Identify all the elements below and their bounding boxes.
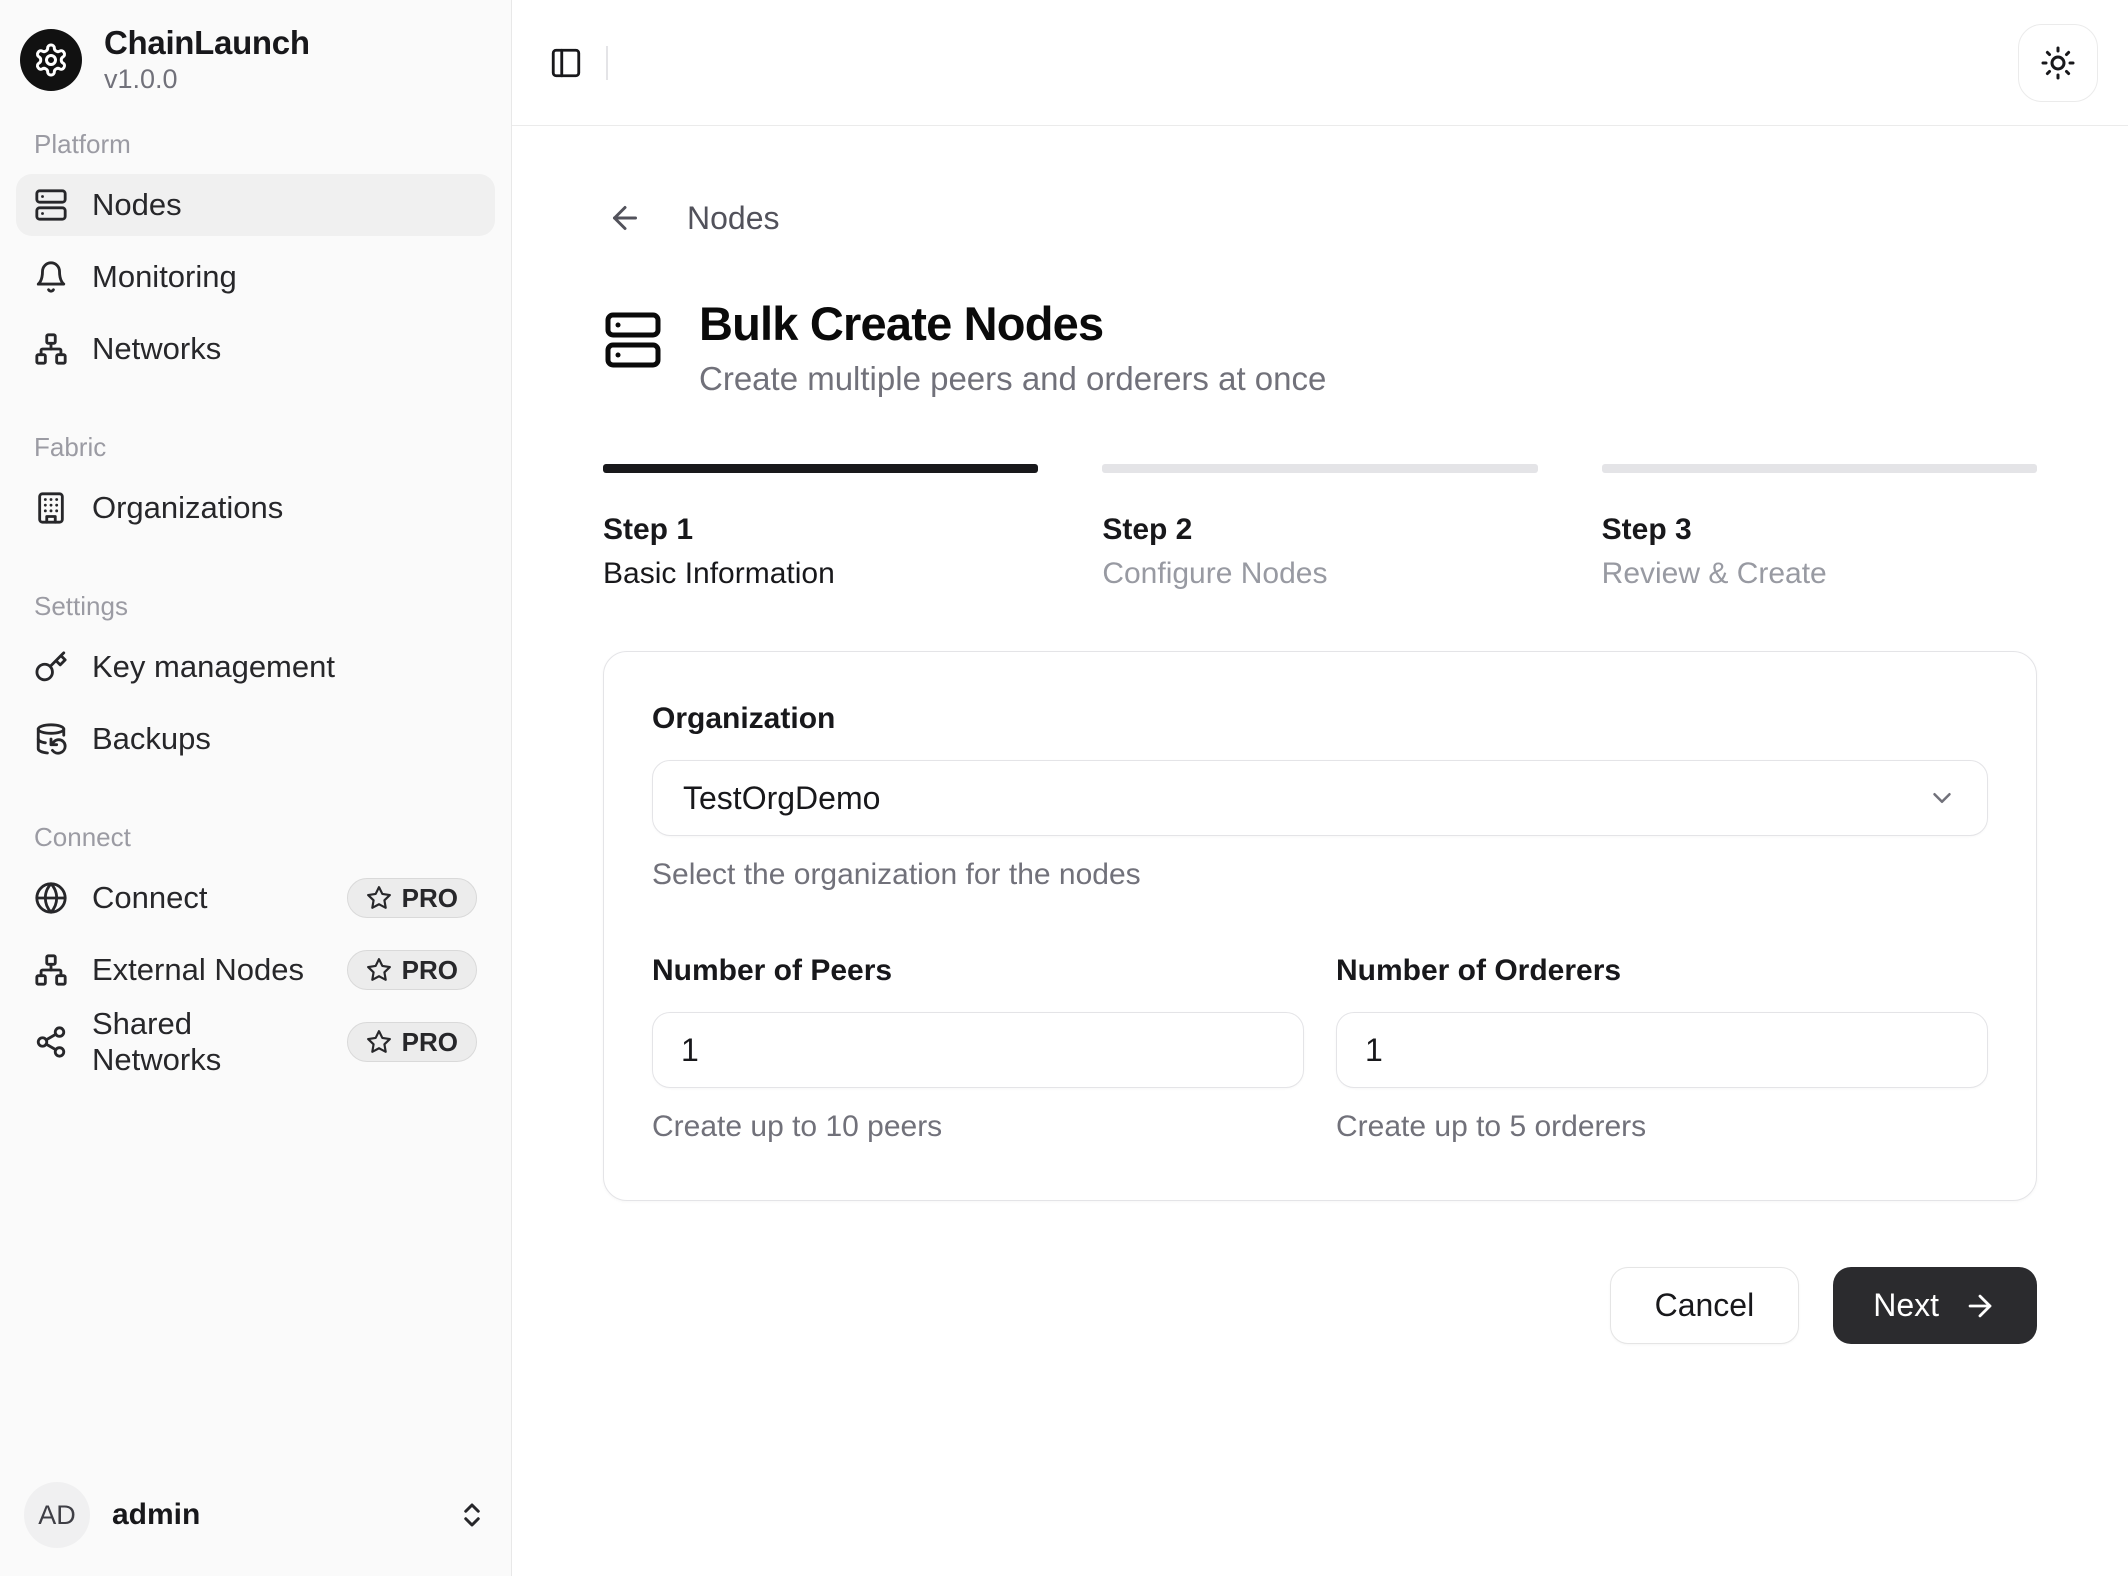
- chevrons-up-down-icon: [457, 1500, 487, 1530]
- organization-helper: Select the organization for the nodes: [652, 858, 1988, 892]
- step-3-name: Step 3: [1602, 513, 2037, 547]
- sidebar-item-label: Shared Networks: [92, 1006, 323, 1078]
- peers-input[interactable]: [652, 1012, 1304, 1088]
- sidebar-item-shared-networks[interactable]: Shared Networks PRO: [16, 1011, 495, 1073]
- peers-field: Number of Peers Create up to 10 peers: [652, 954, 1304, 1144]
- server-icon: [34, 188, 68, 222]
- sidebar-item-external-nodes[interactable]: External Nodes PRO: [16, 939, 495, 1001]
- share-icon: [34, 1025, 68, 1059]
- step-1-name: Step 1: [603, 513, 1038, 547]
- sidebar-nav: Platform Nodes Monitoring Networks: [16, 129, 495, 1073]
- globe-icon: [34, 881, 68, 915]
- section-label-fabric: Fabric: [16, 432, 495, 463]
- sidebar-item-label: Nodes: [92, 187, 477, 223]
- sidebar-item-label: Organizations: [92, 490, 477, 526]
- peers-label: Number of Peers: [652, 954, 1304, 988]
- step-3: Step 3 Review & Create: [1602, 464, 2037, 591]
- peers-helper: Create up to 10 peers: [652, 1110, 1304, 1144]
- sidebar-item-backups[interactable]: Backups: [16, 708, 495, 770]
- arrow-right-icon: [1963, 1289, 1997, 1323]
- page-subtitle: Create multiple peers and orderers at on…: [699, 360, 1326, 398]
- sidebar-item-label: External Nodes: [92, 952, 323, 988]
- pro-badge: PRO: [347, 1022, 477, 1062]
- pro-badge: PRO: [347, 950, 477, 990]
- orderers-helper: Create up to 5 orderers: [1336, 1110, 1988, 1144]
- sidebar-item-label: Networks: [92, 331, 477, 367]
- next-button[interactable]: Next: [1833, 1267, 2037, 1344]
- step-3-label: Review & Create: [1602, 557, 2037, 591]
- theme-toggle-button[interactable]: [2018, 24, 2098, 102]
- network-icon: [34, 953, 68, 987]
- sidebar: ChainLaunch v1.0.0 Platform Nodes Monito…: [0, 0, 512, 1576]
- database-backup-icon: [34, 722, 68, 756]
- organization-field: Organization TestOrgDemo Select the orga…: [652, 702, 1988, 892]
- page-header: Bulk Create Nodes Create multiple peers …: [603, 296, 2037, 398]
- section-label-connect: Connect: [16, 822, 495, 853]
- user-name: admin: [112, 1498, 435, 1532]
- section-label-platform: Platform: [16, 129, 495, 160]
- step-2-label: Configure Nodes: [1102, 557, 1537, 591]
- orderers-label: Number of Orderers: [1336, 954, 1988, 988]
- breadcrumb: Nodes: [603, 196, 2037, 240]
- step-2: Step 2 Configure Nodes: [1102, 464, 1537, 591]
- bell-icon: [34, 260, 68, 294]
- breadcrumb-link-nodes[interactable]: Nodes: [687, 200, 780, 237]
- organization-label: Organization: [652, 702, 1988, 736]
- building-icon: [34, 491, 68, 525]
- orderers-input[interactable]: [1336, 1012, 1988, 1088]
- back-button[interactable]: [603, 196, 647, 240]
- main-area: Nodes Bulk Create Nodes Create multiple …: [512, 0, 2128, 1576]
- step-3-bar: [1602, 464, 2037, 473]
- sidebar-item-monitoring[interactable]: Monitoring: [16, 246, 495, 308]
- star-icon: [366, 885, 392, 911]
- step-progress: Step 1 Basic Information Step 2 Configur…: [603, 464, 2037, 591]
- organization-select-value: TestOrgDemo: [683, 780, 880, 817]
- sidebar-item-label: Monitoring: [92, 259, 477, 295]
- sidebar-item-connect[interactable]: Connect PRO: [16, 867, 495, 929]
- topbar: [512, 0, 2128, 126]
- sidebar-item-nodes[interactable]: Nodes: [16, 174, 495, 236]
- sun-icon: [2040, 45, 2076, 81]
- arrow-left-icon: [607, 200, 643, 236]
- app-name: ChainLaunch: [104, 24, 310, 62]
- step-2-bar: [1102, 464, 1537, 473]
- step-2-name: Step 2: [1102, 513, 1537, 547]
- avatar: AD: [24, 1482, 90, 1548]
- sidebar-item-label: Connect: [92, 880, 323, 916]
- app-version: v1.0.0: [104, 64, 310, 95]
- panel-left-icon: [549, 46, 583, 80]
- app-brand[interactable]: ChainLaunch v1.0.0: [16, 20, 495, 99]
- network-icon: [34, 332, 68, 366]
- user-menu[interactable]: AD admin: [16, 1472, 495, 1558]
- pro-badge: PRO: [347, 878, 477, 918]
- sidebar-item-label: Key management: [92, 649, 477, 685]
- basic-information-card: Organization TestOrgDemo Select the orga…: [603, 651, 2037, 1201]
- sidebar-item-key-management[interactable]: Key management: [16, 636, 495, 698]
- topbar-divider: [606, 46, 608, 80]
- wizard-actions: Cancel Next: [603, 1267, 2037, 1344]
- page-content: Nodes Bulk Create Nodes Create multiple …: [512, 126, 2128, 1576]
- chevron-down-icon: [1927, 783, 1957, 813]
- cancel-button[interactable]: Cancel: [1610, 1267, 1800, 1344]
- organization-select[interactable]: TestOrgDemo: [652, 760, 1988, 836]
- page-title: Bulk Create Nodes: [699, 296, 1326, 352]
- sidebar-item-networks[interactable]: Networks: [16, 318, 495, 380]
- step-1-label: Basic Information: [603, 557, 1038, 591]
- app-logo-icon: [20, 29, 82, 91]
- orderers-field: Number of Orderers Create up to 5 ordere…: [1336, 954, 1988, 1144]
- key-icon: [34, 650, 68, 684]
- sidebar-toggle-button[interactable]: [542, 39, 590, 87]
- star-icon: [366, 957, 392, 983]
- section-label-settings: Settings: [16, 591, 495, 622]
- sidebar-item-label: Backups: [92, 721, 477, 757]
- server-icon: [603, 310, 663, 370]
- step-1: Step 1 Basic Information: [603, 464, 1038, 591]
- sidebar-item-organizations[interactable]: Organizations: [16, 477, 495, 539]
- star-icon: [366, 1029, 392, 1055]
- step-1-bar: [603, 464, 1038, 473]
